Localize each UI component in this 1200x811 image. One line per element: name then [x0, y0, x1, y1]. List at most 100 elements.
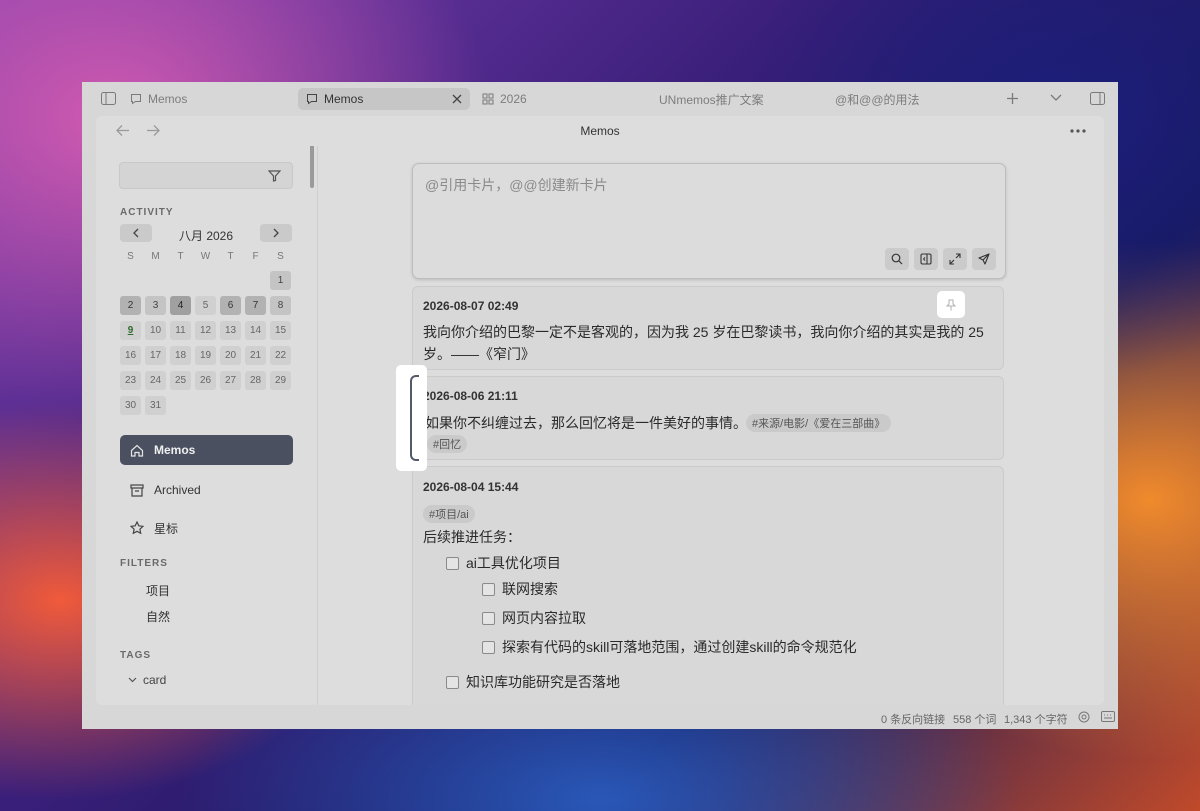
weekday-label: W	[200, 251, 211, 262]
calendar-day[interactable]: 20	[220, 346, 241, 365]
calendar-day[interactable]: 4	[170, 296, 191, 315]
calendar-day[interactable]: 7	[245, 296, 266, 315]
todo-list: ai工具优化项目联网搜索网页内容拉取探索有代码的skill可落地范围，通过创建s…	[413, 467, 1005, 705]
keyboard-icon[interactable]	[1101, 711, 1115, 722]
grid-icon	[482, 93, 494, 105]
memo-date: 2026-08-06 21:11	[423, 389, 518, 403]
status-bar: 0 条反向链接 558 个词 1,343 个字符	[82, 705, 1118, 729]
todo-label: 网页内容拉取	[502, 610, 586, 626]
new-tab-icon[interactable]	[1006, 92, 1019, 105]
calendar-day[interactable]: 26	[195, 371, 216, 390]
todo-checkbox[interactable]	[446, 675, 459, 689]
calendar-day[interactable]: 28	[245, 371, 266, 390]
todo-item[interactable]: 知识库功能研究是否落地	[446, 672, 620, 692]
editor-search-button[interactable]	[885, 248, 909, 270]
calendar-day[interactable]: 11	[170, 321, 191, 340]
nav-item-memos[interactable]: Memos	[120, 435, 293, 465]
calendar-day[interactable]: 18	[170, 346, 191, 365]
todo-checkbox[interactable]	[482, 611, 495, 625]
calendar-day[interactable]: 13	[220, 321, 241, 340]
tag-tree-item[interactable]: card	[128, 673, 166, 687]
nav-item-archived[interactable]: Archived	[120, 475, 293, 505]
weekday-label: S	[277, 251, 284, 262]
calendar-day[interactable]: 15	[270, 321, 291, 340]
editor-expand-button[interactable]	[943, 248, 967, 270]
memo-tag[interactable]: #回忆	[427, 435, 468, 453]
editor-panel-button[interactable]	[914, 248, 938, 270]
close-icon[interactable]	[452, 94, 462, 104]
memos-view: Memos ACTIVITY 八月 2026 SMTWTFS123456 7 8…	[96, 116, 1104, 705]
calendar-day[interactable]: 16	[120, 346, 141, 365]
tab-memos-active[interactable]: Memos	[298, 88, 470, 110]
calendar-day[interactable]: 29	[270, 371, 291, 390]
todo-item[interactable]: 联网搜索	[482, 579, 558, 599]
calendar-day[interactable]: 9	[120, 321, 141, 340]
calendar-day[interactable]: 12	[195, 321, 216, 340]
sidebar-toggle-icon[interactable]	[101, 92, 116, 105]
drag-handle-highlight[interactable]	[396, 365, 427, 471]
calendar-day[interactable]: 23	[120, 371, 141, 390]
todo-checkbox[interactable]	[482, 640, 495, 654]
chevron-down-icon[interactable]	[1050, 94, 1062, 102]
todo-checkbox[interactable]	[482, 582, 495, 596]
backlinks-count[interactable]: 0 条反向链接	[881, 711, 945, 727]
calendar-day[interactable]: 22	[270, 346, 291, 365]
pin-icon	[946, 299, 956, 310]
calendar-day[interactable]: 31	[145, 396, 166, 415]
speech-bubble-icon	[130, 93, 142, 105]
calendar-day[interactable]: 8	[270, 296, 291, 315]
filter-item[interactable]: 项目	[146, 582, 170, 599]
calendar-day[interactable]: 14	[245, 321, 266, 340]
calendar-day[interactable]: 17	[145, 346, 166, 365]
todo-checkbox[interactable]	[446, 556, 459, 570]
memo-card[interactable]: 2026-08-07 02:49 我向你介绍的巴黎一定不是客观的，因为我 25 …	[412, 286, 1004, 370]
speech-bubble-icon	[306, 93, 318, 105]
todo-item[interactable]: 网页内容拉取	[482, 608, 586, 628]
tab-unmemos-copy[interactable]: UNmemos推广文案	[659, 88, 764, 110]
more-options-icon[interactable]	[1070, 129, 1086, 133]
nav-item-label: Memos	[154, 443, 196, 457]
calendar-day[interactable]: 30	[120, 396, 141, 415]
calendar-day[interactable]: 21	[245, 346, 266, 365]
right-sidebar-toggle-icon[interactable]	[1090, 92, 1105, 105]
tab-memos-inactive[interactable]: Memos	[130, 88, 187, 110]
calendar-day[interactable]: 25	[170, 371, 191, 390]
memo-card[interactable]: 2026-08-06 21:11 如果你不纠缠过去，那么回忆将是一件美好的事情。…	[412, 376, 1004, 460]
word-count: 558 个词	[953, 714, 997, 726]
todo-label: ai工具优化项目	[466, 555, 561, 571]
todo-label: 探索有代码的skill可落地范围，通过创建skill的命令规范化	[502, 639, 857, 655]
filters-heading: FILTERS	[120, 558, 168, 569]
calendar-day[interactable]: 10	[145, 321, 166, 340]
memo-text-line: 岁。——《窄门》	[423, 346, 535, 362]
calendar-day[interactable]: 24	[145, 371, 166, 390]
tab-at-usage[interactable]: @和@@的用法	[835, 88, 920, 110]
tab-2026[interactable]: 2026	[482, 88, 527, 110]
memo-tag[interactable]: #来源/电影/《爱在三部曲》	[746, 414, 892, 432]
calendar-day[interactable]: 5	[195, 296, 216, 315]
calendar-day[interactable]: 27	[220, 371, 241, 390]
sync-status-icon[interactable]	[1078, 711, 1090, 723]
calendar-day[interactable]: 2	[120, 296, 141, 315]
calendar-day[interactable]: 1	[270, 271, 291, 290]
sidebar: ACTIVITY 八月 2026 S M T W T F S 1 2 3 4 5 6 7 8 9 10 11 12 1…	[96, 146, 318, 705]
memo-editor[interactable]: @引用卡片，@@创建新卡片	[412, 163, 1006, 279]
tab-label: UNmemos推广文案	[659, 92, 764, 107]
weekday-label: T	[177, 251, 184, 262]
weekday-label: M	[151, 251, 160, 262]
todo-item[interactable]: 探索有代码的skill可落地范围，通过创建skill的命令规范化	[482, 637, 857, 657]
memo-list: @引用卡片，@@创建新卡片 2026-08-07 02:49 我向你介绍的巴黎一…	[318, 146, 1104, 705]
view-header: Memos	[96, 116, 1104, 146]
send-icon	[978, 253, 990, 265]
calendar-day[interactable]: 19	[195, 346, 216, 365]
calendar-day[interactable]: 6	[220, 296, 241, 315]
calendar-day[interactable]: 3	[145, 296, 166, 315]
pin-button[interactable]	[937, 291, 965, 318]
todo-label: 联网搜索	[502, 581, 558, 597]
nav-item-label: Archived	[154, 483, 201, 497]
editor-send-button[interactable]	[972, 248, 996, 270]
memo-card[interactable]: 2026-08-04 15:44 #项目/ai 后续推进任务： ai工具优化项目…	[412, 466, 1004, 705]
filter-item[interactable]: 自然	[146, 608, 170, 625]
todo-item[interactable]: ai工具优化项目	[446, 553, 561, 573]
app-window: Memos Memos 2026 UNmemos推广文案 @和@@的用法 Mem…	[82, 82, 1118, 729]
nav-item-starred[interactable]: 星标	[120, 513, 293, 543]
